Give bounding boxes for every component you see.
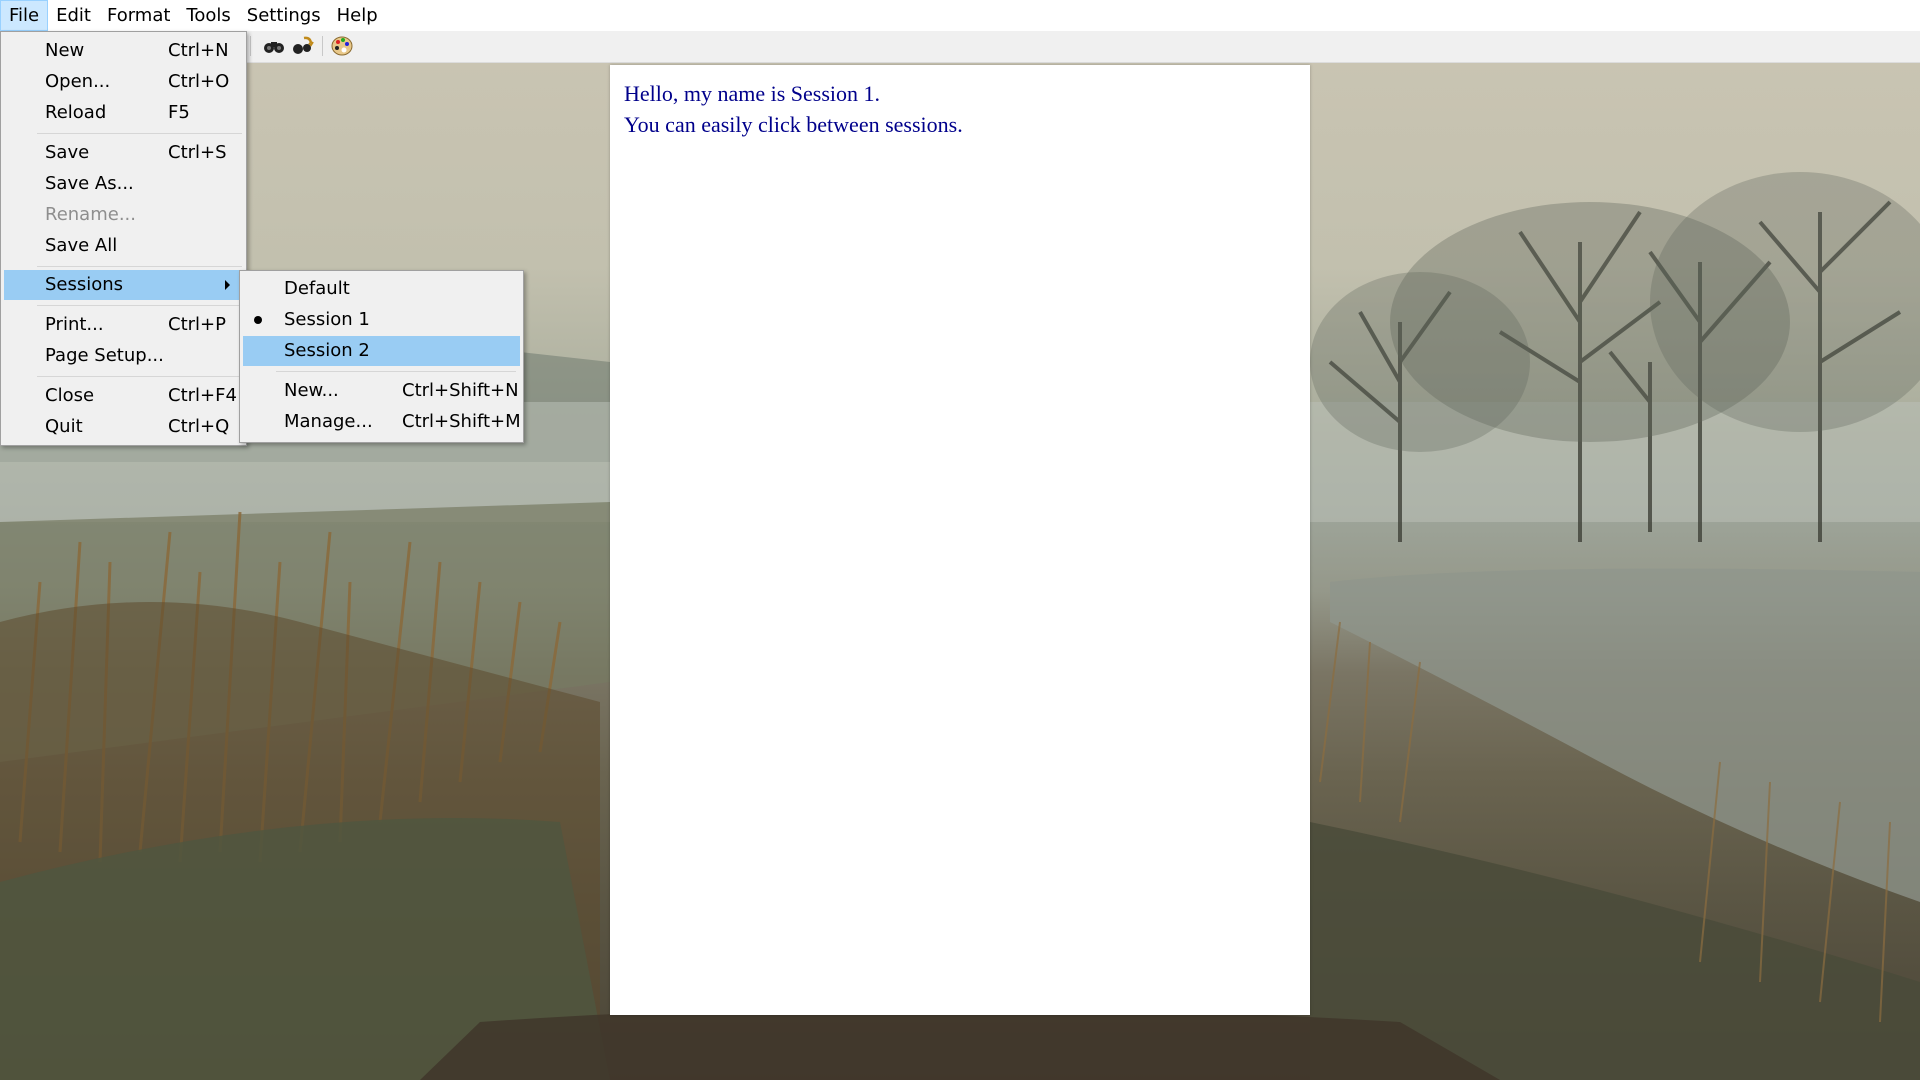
menu-item-quit[interactable]: Quit Ctrl+Q xyxy=(3,412,244,442)
menu-item-reload[interactable]: Reload F5 xyxy=(3,98,244,128)
menu-item-label: Rename... xyxy=(45,204,136,225)
menu-item-label: Open... xyxy=(45,71,111,92)
menu-separator xyxy=(37,376,242,377)
menu-item-label: Session 1 xyxy=(284,309,370,330)
menu-item-shortcut: Ctrl+Shift+N xyxy=(402,380,519,401)
session-item-session-2[interactable]: Session 2 xyxy=(243,336,520,366)
menu-item-shortcut: Ctrl+O xyxy=(168,71,230,92)
menu-item-shortcut: Ctrl+N xyxy=(168,40,229,61)
document-line: Hello, my name is Session 1. xyxy=(624,81,881,106)
menu-item-label: Close xyxy=(45,385,95,406)
menu-item-label: Reload xyxy=(45,102,107,123)
menu-separator xyxy=(276,371,516,372)
sessions-submenu: Default Session 1 Session 2 New... Ctrl+… xyxy=(239,270,524,443)
document-line: You can easily click between sessions. xyxy=(624,112,963,137)
session-item-session-1[interactable]: Session 1 xyxy=(242,305,521,335)
menu-item-label: Page Setup... xyxy=(45,345,164,366)
binoculars-icon[interactable] xyxy=(262,35,286,57)
menu-item-label: Manage... xyxy=(284,411,373,432)
menu-item-label: Sessions xyxy=(45,274,124,295)
menu-item-shortcut: Ctrl+F4 xyxy=(168,385,237,406)
menu-item-label: Save xyxy=(45,142,90,163)
radio-checked-icon xyxy=(254,316,262,324)
menu-separator xyxy=(37,266,242,267)
menu-item-save-all[interactable]: Save All xyxy=(3,231,244,261)
find-replace-icon[interactable] xyxy=(290,35,314,57)
menu-separator xyxy=(37,305,242,306)
menu-file[interactable]: File xyxy=(0,0,49,31)
session-item-manage[interactable]: Manage... Ctrl+Shift+M xyxy=(242,407,521,437)
menu-tools[interactable]: Tools xyxy=(178,0,238,31)
menu-separator xyxy=(37,133,242,134)
menu-edit[interactable]: Edit xyxy=(48,0,99,31)
menu-item-shortcut: Ctrl+Q xyxy=(168,416,230,437)
menu-item-page-setup[interactable]: Page Setup... xyxy=(3,341,244,371)
submenu-arrow-icon xyxy=(225,280,230,290)
menu-item-shortcut: Ctrl+S xyxy=(168,142,227,163)
menu-item-save[interactable]: Save Ctrl+S xyxy=(3,138,244,168)
menu-item-shortcut: Ctrl+Shift+M xyxy=(402,411,521,432)
session-item-new[interactable]: New... Ctrl+Shift+N xyxy=(242,376,521,406)
menu-item-label: Save As... xyxy=(45,173,134,194)
menu-item-label: Print... xyxy=(45,314,104,335)
menu-item-open[interactable]: Open... Ctrl+O xyxy=(3,67,244,97)
document-page[interactable]: Hello, my name is Session 1. You can eas… xyxy=(610,65,1310,1015)
menu-item-label: New xyxy=(45,40,85,61)
menu-item-shortcut: Ctrl+P xyxy=(168,314,226,335)
menu-item-close[interactable]: Close Ctrl+F4 xyxy=(3,381,244,411)
menu-settings[interactable]: Settings xyxy=(239,0,329,31)
file-menu: New Ctrl+N Open... Ctrl+O Reload F5 Save… xyxy=(0,31,247,446)
toolbar xyxy=(0,31,1920,63)
menu-item-new[interactable]: New Ctrl+N xyxy=(3,36,244,66)
menu-item-save-as[interactable]: Save As... xyxy=(3,169,244,199)
menu-format[interactable]: Format xyxy=(99,0,178,31)
menu-item-sessions[interactable]: Sessions xyxy=(4,270,242,300)
menu-item-label: Default xyxy=(284,278,350,299)
menu-help[interactable]: Help xyxy=(329,0,386,31)
menu-item-label: Save All xyxy=(45,235,118,256)
palette-icon[interactable] xyxy=(330,35,354,57)
menu-bar: File Edit Format Tools Settings Help xyxy=(0,0,1920,31)
toolbar-separator xyxy=(322,36,323,56)
session-item-default[interactable]: Default xyxy=(242,274,521,304)
menu-item-shortcut: F5 xyxy=(168,102,190,123)
menu-item-label: New... xyxy=(284,380,339,401)
toolbar-separator xyxy=(250,36,251,56)
menu-item-rename: Rename... xyxy=(3,200,244,230)
menu-item-print[interactable]: Print... Ctrl+P xyxy=(3,310,244,340)
menu-item-label: Quit xyxy=(45,416,83,437)
menu-item-label: Session 2 xyxy=(284,340,370,361)
